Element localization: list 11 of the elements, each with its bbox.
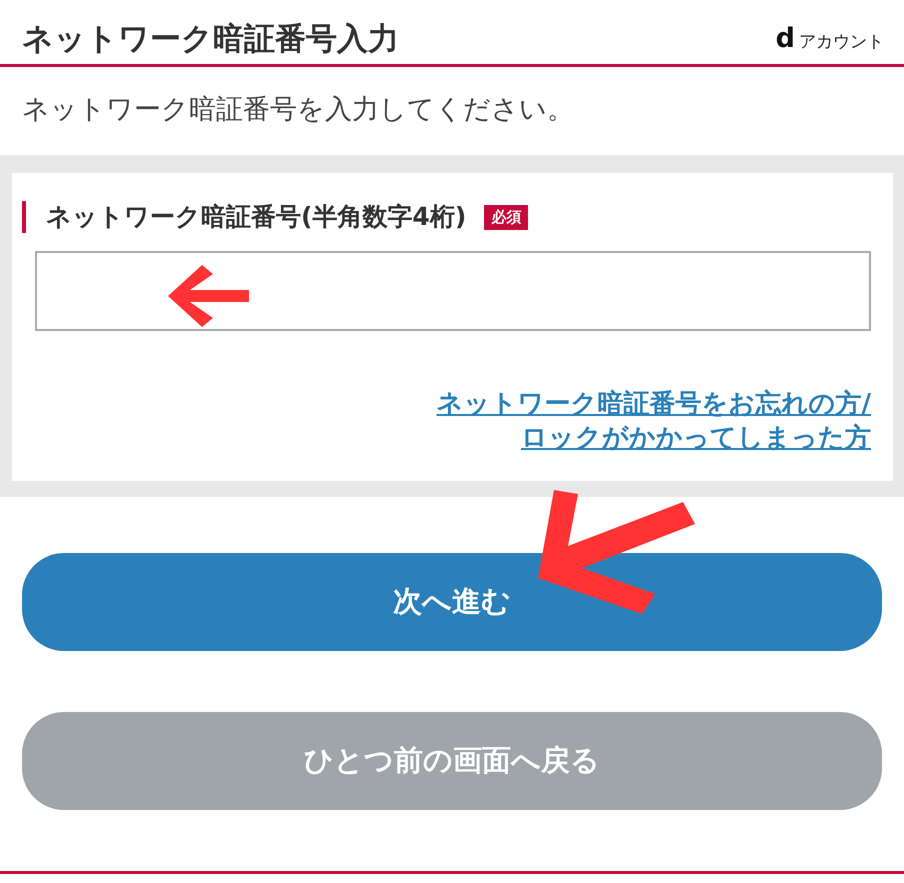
forgot-pin-link[interactable]: ロックがかかってしまった方 xyxy=(521,421,871,455)
next-button[interactable]: 次へ進む xyxy=(22,553,882,651)
required-badge: 必須 xyxy=(484,204,528,230)
back-button[interactable]: ひとつ前の画面へ戻る xyxy=(22,712,882,810)
field-label: ネットワーク暗証番号(半角数字4桁) xyxy=(46,201,466,233)
instruction-text: ネットワーク暗証番号を入力してください。 xyxy=(22,93,575,127)
logo-text: アカウント xyxy=(799,32,884,52)
page-title: ネットワーク暗証番号入力 xyxy=(22,20,399,58)
pin-input-field[interactable] xyxy=(35,251,871,331)
forgot-pin-link[interactable]: ネットワーク暗証番号をお忘れの方/ xyxy=(436,387,871,421)
logo-mark: d xyxy=(776,26,795,52)
